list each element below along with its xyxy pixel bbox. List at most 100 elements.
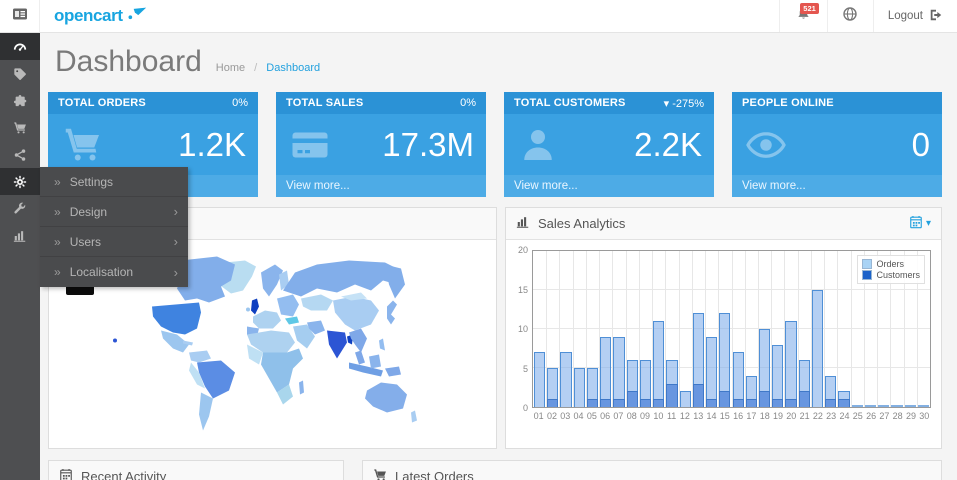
chart-bar-orders [560, 352, 571, 407]
x-axis-tick: 27 [878, 411, 891, 421]
logo-text: opencart [54, 6, 123, 26]
chart-bar-customers [733, 399, 744, 407]
puzzle-icon [13, 94, 27, 108]
chart-bar-orders [680, 391, 691, 407]
stat-tile-total-customers: TOTAL CUSTOMERS▾ -275% 2.2K View more... [504, 92, 714, 197]
tile-body: 17.3M [276, 114, 486, 175]
legend-label: Customers [876, 270, 920, 280]
tile-title: PEOPLE ONLINE [742, 97, 834, 109]
page-header: Dashboard Home / Dashboard [55, 45, 942, 79]
gridline [851, 251, 852, 407]
x-axis-tick: 10 [652, 411, 665, 421]
chart-bar-orders [534, 352, 545, 407]
chart-bar-orders [918, 405, 929, 407]
legend-item-orders: Orders [862, 259, 920, 269]
flyout-item-localisation[interactable]: »Localisation› [40, 257, 188, 287]
latest-orders-heading: Latest Orders [363, 461, 941, 480]
flyout-item-label: Design [70, 205, 107, 219]
notifications-button[interactable]: 521 [779, 0, 827, 32]
sidebar-item-extensions[interactable] [0, 87, 40, 114]
tile-value: 2.2K [634, 126, 702, 164]
sidebar-item-catalog[interactable] [0, 60, 40, 87]
gridline [837, 251, 838, 407]
view-more-link[interactable]: View more... [742, 180, 806, 192]
x-axis-tick: 21 [798, 411, 811, 421]
bottom-row: Recent Activity Latest Orders [48, 460, 942, 480]
chart-bar-orders [653, 321, 664, 407]
tile-body: 1.2K [48, 114, 258, 175]
chart-bar-customers [825, 399, 836, 407]
sidebar-item-reports[interactable] [0, 222, 40, 249]
tile-title: TOTAL SALES [286, 97, 363, 109]
sidebar-item-sales[interactable] [0, 114, 40, 141]
x-axis-tick: 29 [904, 411, 917, 421]
flyout-item-design[interactable]: »Design› [40, 197, 188, 227]
legend-item-customers: Customers [862, 270, 920, 280]
stat-tile-total-sales: TOTAL SALES0% 17.3M View more... [276, 92, 486, 197]
chart-bar-customers [838, 399, 849, 407]
view-more-link[interactable]: View more... [286, 180, 350, 192]
chart-bar-orders [600, 337, 611, 407]
y-axis-tick: 5 [523, 364, 528, 374]
sidebar-item-marketing[interactable] [0, 141, 40, 168]
sidebar-item-dashboard[interactable] [0, 33, 40, 60]
breadcrumb-current[interactable]: Dashboard [266, 62, 320, 74]
chevron-double-right-icon: » [54, 175, 61, 189]
tile-footer: View more... [504, 175, 714, 197]
date-range-button[interactable]: ▾ [909, 215, 931, 232]
notifications-badge: 521 [800, 3, 819, 14]
flyout-item-users[interactable]: »Users› [40, 227, 188, 257]
flyout-item-settings[interactable]: »Settings [40, 167, 188, 197]
chart-bar-customers [746, 399, 757, 407]
system-flyout-menu: »Settings»Design›»Users›»Localisation› [40, 167, 188, 287]
legend-swatch [862, 259, 872, 269]
stat-tile-people-online: PEOPLE ONLINE 0 View more... [732, 92, 942, 197]
calendar-icon [59, 468, 81, 480]
dashboard-icon [13, 40, 27, 54]
breadcrumb-home[interactable]: Home [216, 62, 245, 74]
y-axis-tick: 10 [518, 324, 528, 334]
x-axis-tick: 23 [825, 411, 838, 421]
chart-x-axis: 0102030405060708091011121314151617181920… [532, 408, 931, 424]
logout-button[interactable]: Logout [873, 0, 957, 32]
flyout-item-label: Localisation [70, 265, 133, 279]
tile-value: 17.3M [382, 126, 474, 164]
sales-analytics-panel: Sales Analytics ▾ OrdersCustomers 051015… [505, 207, 942, 449]
x-axis-tick: 28 [891, 411, 904, 421]
y-axis-tick: 0 [523, 403, 528, 413]
bars-icon [13, 229, 27, 243]
chart-bar-customers [547, 399, 558, 407]
x-axis-tick: 05 [585, 411, 598, 421]
wrench-icon [13, 202, 27, 216]
chart-bar-orders [891, 405, 902, 407]
tile-heading: TOTAL CUSTOMERS▾ -275% [504, 92, 714, 114]
sidebar-item-system[interactable] [0, 168, 40, 195]
chart-bar-customers [627, 391, 638, 407]
store-front-button[interactable] [827, 0, 873, 32]
x-axis-tick: 22 [811, 411, 824, 421]
globe-icon [842, 6, 858, 27]
tile-heading: TOTAL ORDERS0% [48, 92, 258, 114]
chart-bar-orders [865, 405, 876, 407]
menu-toggle-button[interactable] [0, 0, 40, 32]
sales-analytics-chart: OrdersCustomers 05101520 010203040506070… [506, 240, 941, 448]
tile-heading: TOTAL SALES0% [276, 92, 486, 114]
chart-bar-customers [600, 399, 611, 407]
view-more-link[interactable]: View more... [514, 180, 578, 192]
x-axis-tick: 15 [718, 411, 731, 421]
chevron-right-icon: › [174, 204, 178, 219]
brand-logo[interactable]: opencart [40, 0, 147, 32]
y-axis-tick: 15 [518, 285, 528, 295]
x-axis-tick: 19 [771, 411, 784, 421]
sign-out-icon [929, 8, 943, 25]
tile-value: 0 [912, 126, 930, 164]
sidebar-item-tools[interactable] [0, 195, 40, 222]
chart-bar-orders [905, 405, 916, 407]
share-icon [13, 148, 27, 162]
chevron-right-icon: › [174, 265, 178, 280]
y-axis-tick: 20 [518, 245, 528, 255]
calendar-icon [909, 215, 926, 232]
x-axis-tick: 24 [838, 411, 851, 421]
cart-icon [60, 125, 104, 165]
sales-analytics-title: Sales Analytics [538, 216, 625, 231]
